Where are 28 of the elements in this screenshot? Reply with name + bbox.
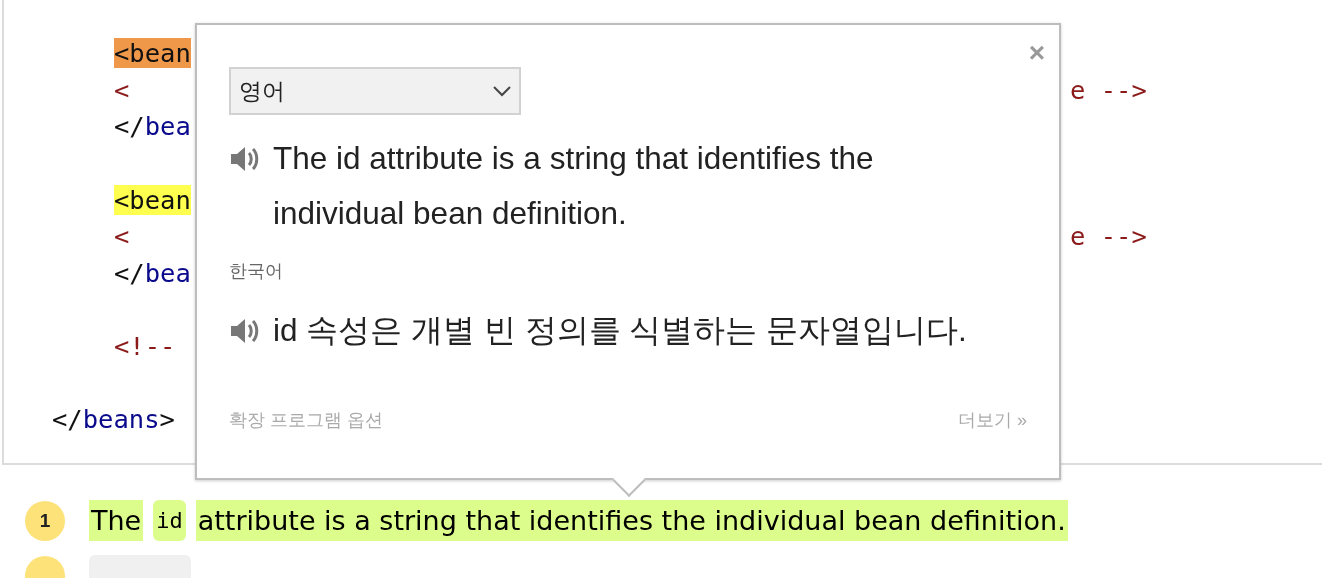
code-comment: <!-- (114, 331, 176, 362)
code-token: beans (82, 404, 160, 435)
code-comment: e --> (1069, 221, 1147, 252)
code-token: </ (114, 257, 145, 288)
number-badge: 1 (25, 500, 65, 541)
code-comment: < (114, 221, 130, 252)
source-text: The id attribute is a string that identifies the individual bean definition. (273, 139, 875, 233)
code-token: <bean (114, 38, 191, 69)
options-link[interactable]: 확장 프로그램 옵션 (229, 408, 383, 432)
inline-code: id (153, 500, 186, 541)
speaker-icon[interactable] (229, 317, 261, 345)
code-token: </ (114, 111, 145, 142)
translated-text: id 속성은 개별 빈 정의를 식별하는 문자열입니다. (273, 311, 967, 350)
more-link[interactable]: 더보기 » (958, 408, 1027, 432)
chevron-icon (493, 85, 511, 97)
code-token: > (159, 404, 175, 435)
code-token: bea (144, 257, 191, 288)
code-comment: < (114, 74, 130, 105)
language-select[interactable]: 영어 (229, 67, 521, 115)
target-language-label: 한국어 (229, 260, 284, 283)
code-token: bea (144, 111, 191, 142)
note-text: attribute is a string that identifies the individual bean definition. (195, 500, 1068, 541)
code-token: </ (52, 404, 83, 435)
note-text: The (89, 500, 144, 541)
code-comment: e --> (1069, 74, 1147, 105)
close-button[interactable]: × (1028, 39, 1045, 67)
speaker-icon[interactable] (229, 145, 261, 173)
code-token: <bean (114, 184, 191, 215)
